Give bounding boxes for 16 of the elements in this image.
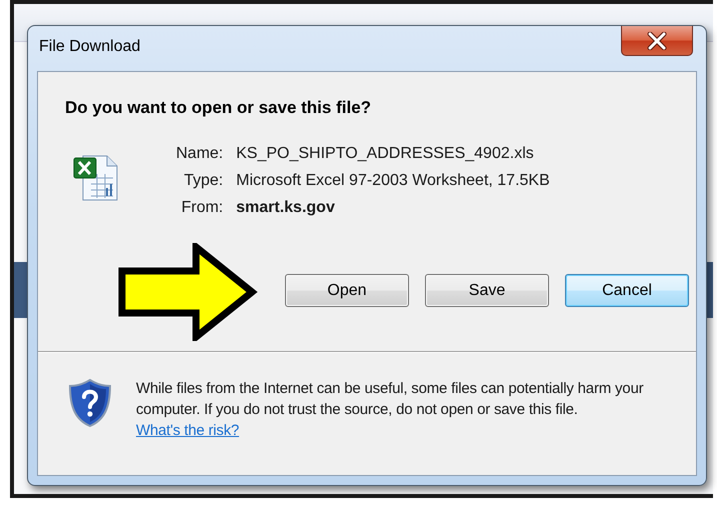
close-button[interactable] (621, 26, 693, 56)
cancel-button[interactable]: Cancel (565, 274, 689, 307)
window-title: File Download (39, 38, 140, 56)
field-label: From: (180, 199, 224, 217)
field-value: KS_PO_SHIPTO_ADDRESSES_4902.xls (236, 145, 535, 163)
dialog-question: Do you want to open or save this file? (65, 98, 372, 118)
field-label: Type: (182, 172, 224, 190)
field-value: smart.ks.gov (236, 199, 336, 217)
save-button[interactable]: Save (425, 274, 549, 307)
field-value: Microsoft Excel 97-2003 Worksheet, 17.5KB (236, 172, 550, 190)
open-button[interactable]: Open (285, 274, 409, 307)
field-label: Name: (176, 145, 224, 163)
warning-text: While files from the Internet can be useful, some files can potentially harm your computer. If you do not trust the source, do not open or save this file. What's the risk? (136, 379, 644, 441)
close-icon (646, 32, 668, 50)
risk-link[interactable]: What's the risk? (136, 422, 240, 439)
shield-help-icon (68, 378, 112, 428)
